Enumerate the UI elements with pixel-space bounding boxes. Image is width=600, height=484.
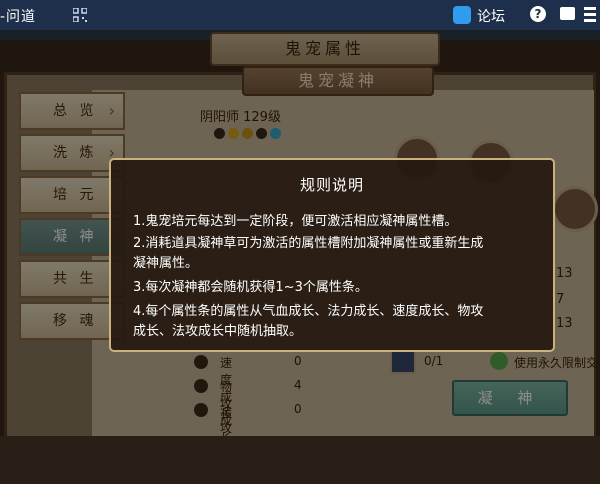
rule-line: 成长、法攻成长中随机抽取。 <box>133 324 303 339</box>
window-title: -问道 <box>0 9 37 25</box>
rule-line: 1.鬼宠培元每达到一定阶段，便可激活相应凝神属性槽。 <box>133 214 458 229</box>
rules-dialog: 规则说明 1.鬼宠培元每达到一定阶段，便可激活相应凝神属性槽。 2.消耗道具凝神… <box>109 158 555 352</box>
qr-code-icon[interactable] <box>73 8 87 22</box>
rule-line: 凝神属性。 <box>133 256 199 271</box>
more-menu-icon[interactable] <box>584 6 596 23</box>
browser-topbar: -问道 论坛 ? <box>0 0 600 30</box>
forum-icon[interactable] <box>453 6 471 24</box>
message-icon[interactable] <box>560 7 575 20</box>
help-icon[interactable]: ? <box>530 6 546 22</box>
rule-line: 3.每次凝神都会随机获得1~3个属性条。 <box>133 280 368 295</box>
dialog-title: 规则说明 <box>299 176 364 194</box>
rule-line: 2.消耗道具凝神草可为激活的属性槽附加凝神属性或重新生成 <box>133 236 484 251</box>
forum-link[interactable]: 论坛 <box>477 6 505 26</box>
rule-line: 4.每个属性条的属性从气血成长、法力成长、速度成长、物攻 <box>133 304 484 319</box>
